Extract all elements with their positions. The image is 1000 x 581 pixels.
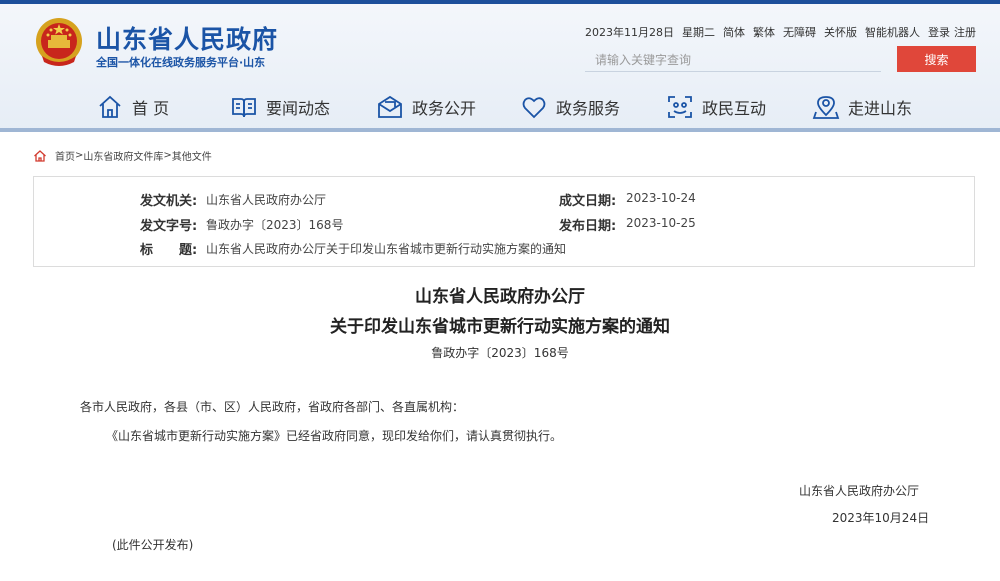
login-link[interactable]: 登录 bbox=[928, 26, 950, 39]
breadcrumb-home-link[interactable]: 首页 bbox=[55, 148, 75, 163]
issuer-label: 发文机关: bbox=[140, 194, 198, 209]
issuer-value: 山东省人民政府办公厅 bbox=[206, 193, 327, 207]
site-header: 山东省人民政府 全国一体化在线政务服务平台·山东 2023年11月28日 星期二简… bbox=[0, 0, 1000, 132]
breadcrumb-current-link[interactable]: 其他文件 bbox=[172, 148, 212, 163]
document-title-line-1: 山东省人民政府办公厅 bbox=[415, 287, 585, 307]
mail-icon bbox=[378, 95, 402, 118]
home-icon bbox=[99, 95, 121, 118]
document-number: 鲁政办字〔2023〕168号 bbox=[431, 346, 569, 360]
title-value: 山东省人民政府办公厅关于印发山东省城市更新行动实施方案的通知 bbox=[206, 242, 567, 256]
created-date-value: 2023-10-24 bbox=[626, 191, 696, 205]
nav-item-about-shandong[interactable]: 走进山东 bbox=[812, 88, 912, 126]
title-label: 标 题: bbox=[140, 243, 198, 258]
top-accent-line bbox=[0, 0, 1000, 4]
nav-item-government-services[interactable]: 政务服务 bbox=[520, 88, 620, 126]
nav-label-home: 首 页 bbox=[132, 99, 170, 118]
site-title[interactable]: 山东省人民政府 bbox=[96, 20, 278, 56]
nav-label-news: 要闻动态 bbox=[266, 99, 331, 118]
nav-item-news[interactable]: 要闻动态 bbox=[230, 88, 330, 126]
nav-label-government-services: 政务服务 bbox=[556, 99, 621, 118]
home-icon bbox=[34, 149, 46, 162]
created-date-label: 成文日期: bbox=[559, 194, 617, 209]
utility-bar: 2023年11月28日 星期二 简体 繁体 无障碍 关怀版 智能机器人 登录 注册 bbox=[585, 24, 984, 40]
breadcrumb-library-link[interactable]: 山东省政府文件库 bbox=[83, 148, 163, 163]
care-version-link[interactable]: 关怀版 bbox=[824, 26, 857, 39]
breadcrumb-separator: > bbox=[75, 150, 84, 161]
simplified-chinese-link[interactable]: 简体 bbox=[723, 26, 745, 39]
breadcrumb-separator: > bbox=[163, 150, 172, 161]
doc-number-value: 鲁政办字〔2023〕168号 bbox=[206, 218, 344, 232]
nav-item-open-government[interactable]: 政务公开 bbox=[376, 88, 476, 126]
published-date-label: 发布日期: bbox=[559, 219, 617, 234]
nav-label-interaction: 政民互动 bbox=[702, 99, 767, 118]
book-icon bbox=[232, 98, 256, 118]
document-body-paragraph: 《山东省城市更新行动实施方案》已经省政府同意，现印发给你们，请认真贯彻执行。 bbox=[106, 429, 563, 443]
search-button[interactable]: 搜索 bbox=[897, 46, 976, 72]
nav-item-home[interactable]: 首 页 bbox=[96, 88, 169, 126]
public-release-note: (此件公开发布) bbox=[112, 538, 194, 552]
main-navigation: 首 页 要闻动态 政务公开 政务服务 政民互动 走进山东 bbox=[0, 88, 1000, 126]
doc-number-label: 发文字号: bbox=[140, 219, 198, 234]
current-weekday: 星期二 bbox=[682, 26, 715, 39]
document-date: 2023年10月24日 bbox=[832, 511, 930, 525]
published-date-value: 2023-10-25 bbox=[626, 216, 696, 230]
current-date: 2023年11月28日 bbox=[585, 26, 674, 39]
document-signature: 山东省人民政府办公厅 bbox=[799, 484, 920, 498]
search-input[interactable] bbox=[585, 48, 881, 72]
national-emblem-icon bbox=[36, 18, 82, 66]
interaction-icon bbox=[668, 96, 692, 118]
location-icon bbox=[812, 96, 840, 119]
breadcrumb: 首页 > 山东省政府文件库 > 其他文件 bbox=[33, 148, 212, 163]
document-metadata-box: 发文机关: 山东省人民政府办公厅 发文字号: 鲁政办字〔2023〕168号 标 … bbox=[33, 176, 975, 267]
nav-label-open-government: 政务公开 bbox=[412, 99, 477, 118]
register-link[interactable]: 注册 bbox=[954, 26, 976, 39]
heart-icon bbox=[522, 97, 546, 119]
traditional-chinese-link[interactable]: 繁体 bbox=[753, 26, 775, 39]
accessibility-link[interactable]: 无障碍 bbox=[783, 26, 816, 39]
document-recipients: 各市人民政府，各县（市、区）人民政府，省政府各部门、各直属机构： bbox=[80, 400, 465, 414]
site-subtitle: 全国一体化在线政务服务平台·山东 bbox=[96, 56, 266, 69]
nav-label-about-shandong: 走进山东 bbox=[848, 99, 913, 118]
smart-robot-link[interactable]: 智能机器人 bbox=[865, 26, 920, 39]
nav-item-interaction[interactable]: 政民互动 bbox=[666, 88, 766, 126]
header-bottom-bar bbox=[0, 128, 1000, 132]
document-title-line-2: 关于印发山东省城市更新行动实施方案的通知 bbox=[330, 317, 670, 337]
